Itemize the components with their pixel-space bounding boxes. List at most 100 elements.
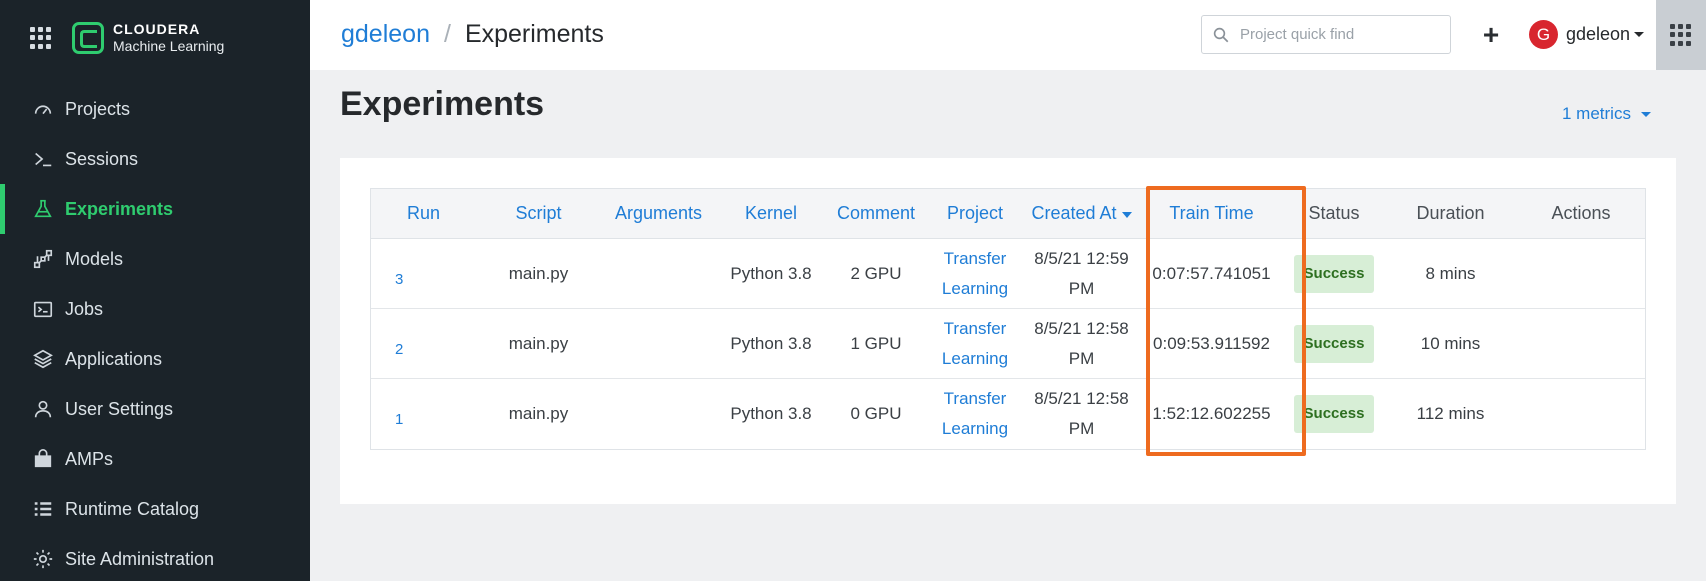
user-menu[interactable]: G gdeleon: [1529, 20, 1645, 49]
run-link[interactable]: 1: [371, 379, 476, 449]
terminal-prompt-icon: [31, 147, 55, 171]
model-nodes-icon: [31, 247, 55, 271]
breadcrumb-separator: /: [443, 20, 451, 48]
project-cell: Transfer Learning: [926, 309, 1024, 378]
duration-cell: 10 mins: [1420, 333, 1481, 353]
project-search-input[interactable]: [1240, 26, 1440, 43]
project-link[interactable]: Transfer Learning: [942, 384, 1008, 444]
status-badge: Success: [1293, 254, 1375, 293]
sidebar-item-applications[interactable]: Applications: [0, 334, 310, 384]
script-cell: main.py: [508, 333, 569, 353]
run-link[interactable]: 2: [371, 309, 476, 378]
column-created-at[interactable]: Created At: [1024, 189, 1139, 238]
sidebar-item-site-administration[interactable]: Site Administration: [0, 534, 310, 581]
project-cell: Transfer Learning: [926, 379, 1024, 449]
sidebar-item-label: Projects: [65, 98, 131, 119]
project-link[interactable]: Transfer Learning: [942, 244, 1008, 304]
column-kernel[interactable]: Kernel: [716, 189, 826, 238]
sidebar-item-experiments[interactable]: Experiments: [0, 184, 310, 234]
created-at-line1: 8/5/21 12:58: [1034, 318, 1129, 338]
table-row: 2 main.py Python 3.8 1 GPU Transfer Learn…: [371, 309, 1645, 379]
sidebar-item-sessions[interactable]: Sessions: [0, 134, 310, 184]
project-search: [1201, 15, 1451, 54]
created-at-line1: 8/5/21 12:59: [1034, 248, 1129, 268]
actions-cell: [1517, 309, 1645, 378]
user-icon: [31, 397, 55, 421]
breadcrumb-current: Experiments: [464, 20, 604, 48]
app-launcher-icon[interactable]: [30, 27, 52, 49]
sidebar-item-label: Experiments: [65, 198, 174, 219]
column-status: Status: [1308, 203, 1360, 223]
metrics-dropdown[interactable]: 1 metrics: [1562, 104, 1651, 124]
column-train-time[interactable]: Train Time: [1139, 189, 1284, 238]
search-icon: [1213, 27, 1229, 42]
created-at-line2: PM: [1068, 348, 1095, 368]
column-project[interactable]: Project: [926, 189, 1024, 238]
project-link-line2: Learning: [941, 278, 1009, 298]
duration-cell: 8 mins: [1425, 263, 1476, 283]
sidebar-item-projects[interactable]: Projects: [0, 84, 310, 134]
train-time-cell: 1:52:12.602255: [1152, 404, 1271, 423]
sidebar-item-runtime-catalog[interactable]: Runtime Catalog: [0, 484, 310, 534]
brand-subtitle: Machine Learning: [113, 38, 225, 54]
column-run[interactable]: Run: [371, 189, 476, 238]
column-comment[interactable]: Comment: [826, 189, 926, 238]
flask-icon: [31, 197, 55, 221]
column-created-at-label: Created At: [1031, 203, 1117, 223]
duration-cell: 112 mins: [1416, 404, 1485, 423]
project-link-line1: Transfer: [943, 318, 1007, 338]
created-at-line2: PM: [1068, 278, 1095, 298]
created-at-line1: 8/5/21 12:58: [1034, 389, 1129, 408]
sidebar-item-label: User Settings: [65, 398, 174, 419]
breadcrumb: gdeleon / Experiments: [341, 20, 604, 49]
project-link-line2: Learning: [941, 348, 1009, 368]
table-row: 1 main.py Python 3.8 0 GPU Transfer Learn…: [371, 379, 1645, 449]
column-script[interactable]: Script: [476, 189, 601, 238]
table-header: Run Script Arguments Kernel Comment Proj…: [371, 189, 1645, 239]
comment-cell: 1 GPU: [850, 333, 902, 353]
sidebar-item-jobs[interactable]: Jobs: [0, 284, 310, 334]
app-grid-icon: [1670, 24, 1692, 46]
metrics-label: 1 metrics: [1562, 104, 1631, 123]
chevron-down-icon: [1640, 111, 1651, 117]
run-link[interactable]: 3: [371, 239, 476, 308]
sidebar-nav: Projects Sessions Experiments Models Job…: [0, 84, 310, 581]
list-icon: [31, 497, 55, 521]
arguments-cell: [601, 239, 716, 308]
sort-desc-icon: [1121, 212, 1132, 218]
apps-grid-button[interactable]: [1656, 0, 1706, 70]
comment-cell: 0 GPU: [850, 404, 902, 423]
sidebar-item-models[interactable]: Models: [0, 234, 310, 284]
created-at-line2: PM: [1068, 419, 1095, 438]
kernel-cell: Python 3.8: [730, 404, 812, 423]
train-time-cell: 0:09:53.911592: [1153, 333, 1270, 353]
arguments-cell: [601, 309, 716, 378]
project-link-line1: Transfer: [943, 389, 1007, 408]
script-cell: main.py: [508, 404, 569, 423]
column-arguments[interactable]: Arguments: [601, 189, 716, 238]
experiments-table: Run Script Arguments Kernel Comment Proj…: [370, 188, 1646, 450]
train-time-cell: 0:07:57.741051: [1152, 263, 1271, 283]
layers-icon: [31, 347, 55, 371]
sidebar-item-label: Site Administration: [65, 548, 215, 569]
sidebar-item-amps[interactable]: AMPs: [0, 434, 310, 484]
project-link[interactable]: Transfer Learning: [942, 314, 1008, 374]
page-title: Experiments: [340, 85, 545, 123]
actions-cell: [1517, 239, 1645, 308]
sidebar-item-user-settings[interactable]: User Settings: [0, 384, 310, 434]
column-duration: Duration: [1416, 203, 1485, 223]
dashboard-gauge-icon: [31, 97, 55, 121]
kernel-cell: Python 3.8: [730, 263, 812, 283]
brand-text: CLOUDERA Machine Learning: [113, 21, 224, 55]
sidebar-item-label: Jobs: [65, 298, 104, 319]
status-cell: Success: [1284, 309, 1384, 378]
status-badge: Success: [1293, 395, 1375, 433]
experiments-card: Run Script Arguments Kernel Comment Proj…: [340, 158, 1676, 504]
sidebar-item-label: Sessions: [65, 148, 139, 169]
breadcrumb-user-link[interactable]: gdeleon: [341, 20, 430, 49]
sidebar-item-label: Applications: [65, 348, 163, 369]
status-badge: Success: [1293, 324, 1375, 363]
sidebar-item-label: AMPs: [65, 448, 114, 469]
script-cell: main.py: [508, 263, 569, 283]
add-button[interactable]: +: [1476, 18, 1506, 52]
